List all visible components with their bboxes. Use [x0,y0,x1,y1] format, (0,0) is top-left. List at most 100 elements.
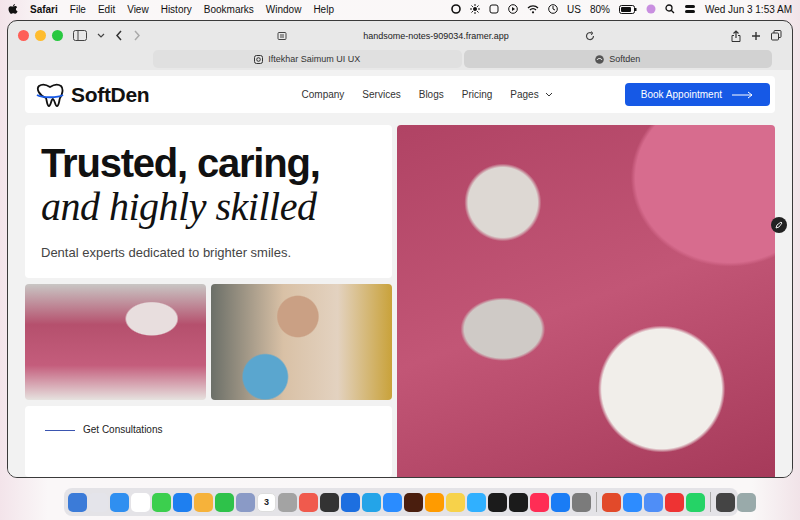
nav-link[interactable]: Services [362,89,400,100]
clock-icon[interactable] [548,4,558,14]
hero: Trusted, caring,and highly skilledDental… [25,125,775,477]
nav-label[interactable]: Pages [510,89,538,100]
page-menu-icon[interactable] [277,31,287,41]
calendar-day[interactable]: 3 [264,497,269,507]
menu-item[interactable]: History [161,4,192,15]
play-icon[interactable] [508,4,518,14]
dock-app-icon[interactable] [488,493,507,512]
favicon-icon [595,55,604,64]
dock-app-icon[interactable] [152,493,171,512]
consultation-link[interactable]: Get Consultations [83,424,163,435]
nav-label[interactable]: Company [302,89,345,100]
nav-link[interactable]: Company [302,89,345,100]
siri-icon[interactable] [646,4,656,14]
dock-app-icon[interactable] [236,493,255,512]
nav-label[interactable]: Blogs [419,89,444,100]
pencil-icon[interactable] [775,221,783,229]
button-label[interactable]: Book Appointment [641,89,722,100]
dock-app-icon[interactable] [173,493,192,512]
nav-link[interactable]: Blogs [419,89,444,100]
tab-label[interactable]: Iftekhar Saimum UI UX [268,54,360,64]
menu-item[interactable]: Bookmarks [204,4,254,15]
chevron-down-icon[interactable] [97,33,105,39]
dock-app-icon[interactable] [572,493,591,512]
hero-title: Trusted, caring, [41,141,376,185]
tab-overview-icon[interactable] [771,30,782,41]
tooth-icon[interactable] [35,82,65,108]
site-logo[interactable]: SoftDen [35,82,149,108]
nav-label[interactable]: Services [362,89,400,100]
tab-label[interactable]: Softden [609,54,640,64]
close-button[interactable] [18,30,29,41]
dock-app-icon[interactable] [665,493,684,512]
browser-tab[interactable]: Softden [464,50,773,68]
dock-app-icon[interactable] [299,493,318,512]
dock-app-icon[interactable] [446,493,465,512]
dock-app-icon[interactable] [341,493,360,512]
dock-app-icon[interactable] [467,493,486,512]
sidebar-icon[interactable] [73,30,87,41]
control-center-icon[interactable] [684,4,696,14]
dock-app-icon[interactable] [215,493,234,512]
consultation-card[interactable]: Get Consultations [25,406,392,477]
menu-item[interactable]: Window [266,4,302,15]
dock-app-icon[interactable] [716,493,735,512]
address-bar[interactable]: handsome-notes-909034.framer.app [271,31,601,41]
new-tab-icon[interactable] [751,31,761,41]
input-source[interactable]: US [567,4,581,15]
menu-bar: Safari File Edit View History Bookmarks Window… [0,0,800,18]
browser-window: handsome-notes-909034.framer.app Iftekhar… [7,20,793,478]
calendar-app[interactable]: 3 [257,493,276,512]
dock-app-icon[interactable] [551,493,570,512]
clock[interactable]: Wed Jun 3 1:53 AM [705,4,792,15]
battery-icon[interactable] [619,5,637,14]
arrow-right-icon[interactable] [732,91,754,99]
dock-app-icon[interactable] [425,493,444,512]
nav-link[interactable]: Pricing [462,89,493,100]
display-icon[interactable] [489,4,499,14]
dock-app-icon[interactable] [686,493,705,512]
reload-icon[interactable] [585,31,595,41]
dock-app-icon[interactable] [278,493,297,512]
menu-item[interactable]: File [70,4,86,15]
url[interactable]: handsome-notes-909034.framer.app [363,31,509,41]
browser-tab[interactable]: Iftekhar Saimum UI UX [153,50,462,68]
dock-app-icon[interactable] [737,493,756,512]
edit-button[interactable] [771,217,787,233]
dock-app-icon[interactable] [68,493,87,512]
dock-app-icon[interactable] [623,493,642,512]
book-appointment-button[interactable]: Book Appointment [625,83,770,106]
apple-icon[interactable] [8,3,18,15]
dock-app-icon[interactable] [644,493,663,512]
app-menu[interactable]: Safari [30,4,58,15]
search-icon[interactable] [665,4,675,14]
dock: 3 [64,488,738,516]
brightness-icon[interactable] [470,4,480,14]
dock-app-icon[interactable] [530,493,549,512]
dock-app-icon[interactable] [362,493,381,512]
dock-app-icon[interactable] [110,493,129,512]
hero-image [397,125,775,477]
minimize-button[interactable] [35,30,46,41]
wifi-icon[interactable] [527,4,539,14]
chevron-down-icon[interactable] [545,92,553,98]
share-icon[interactable] [731,30,741,42]
zoom-button[interactable] [52,30,63,41]
menu-item[interactable]: View [127,4,149,15]
dock-app-icon[interactable] [602,493,621,512]
dock-app-icon[interactable] [131,493,150,512]
record-icon[interactable] [451,4,461,14]
forward-icon[interactable] [133,30,141,41]
menu-item[interactable]: Help [313,4,334,15]
dock-app-icon[interactable] [89,493,108,512]
dock-app-icon[interactable] [320,493,339,512]
logo-text[interactable]: SoftDen [71,83,149,107]
dock-app-icon[interactable] [194,493,213,512]
dock-app-icon[interactable] [383,493,402,512]
menu-item[interactable]: Edit [98,4,115,15]
nav-label[interactable]: Pricing [462,89,493,100]
dock-app-icon[interactable] [509,493,528,512]
nav-link[interactable]: Pages [510,89,552,100]
dock-app-icon[interactable] [404,493,423,512]
back-icon[interactable] [115,30,123,41]
